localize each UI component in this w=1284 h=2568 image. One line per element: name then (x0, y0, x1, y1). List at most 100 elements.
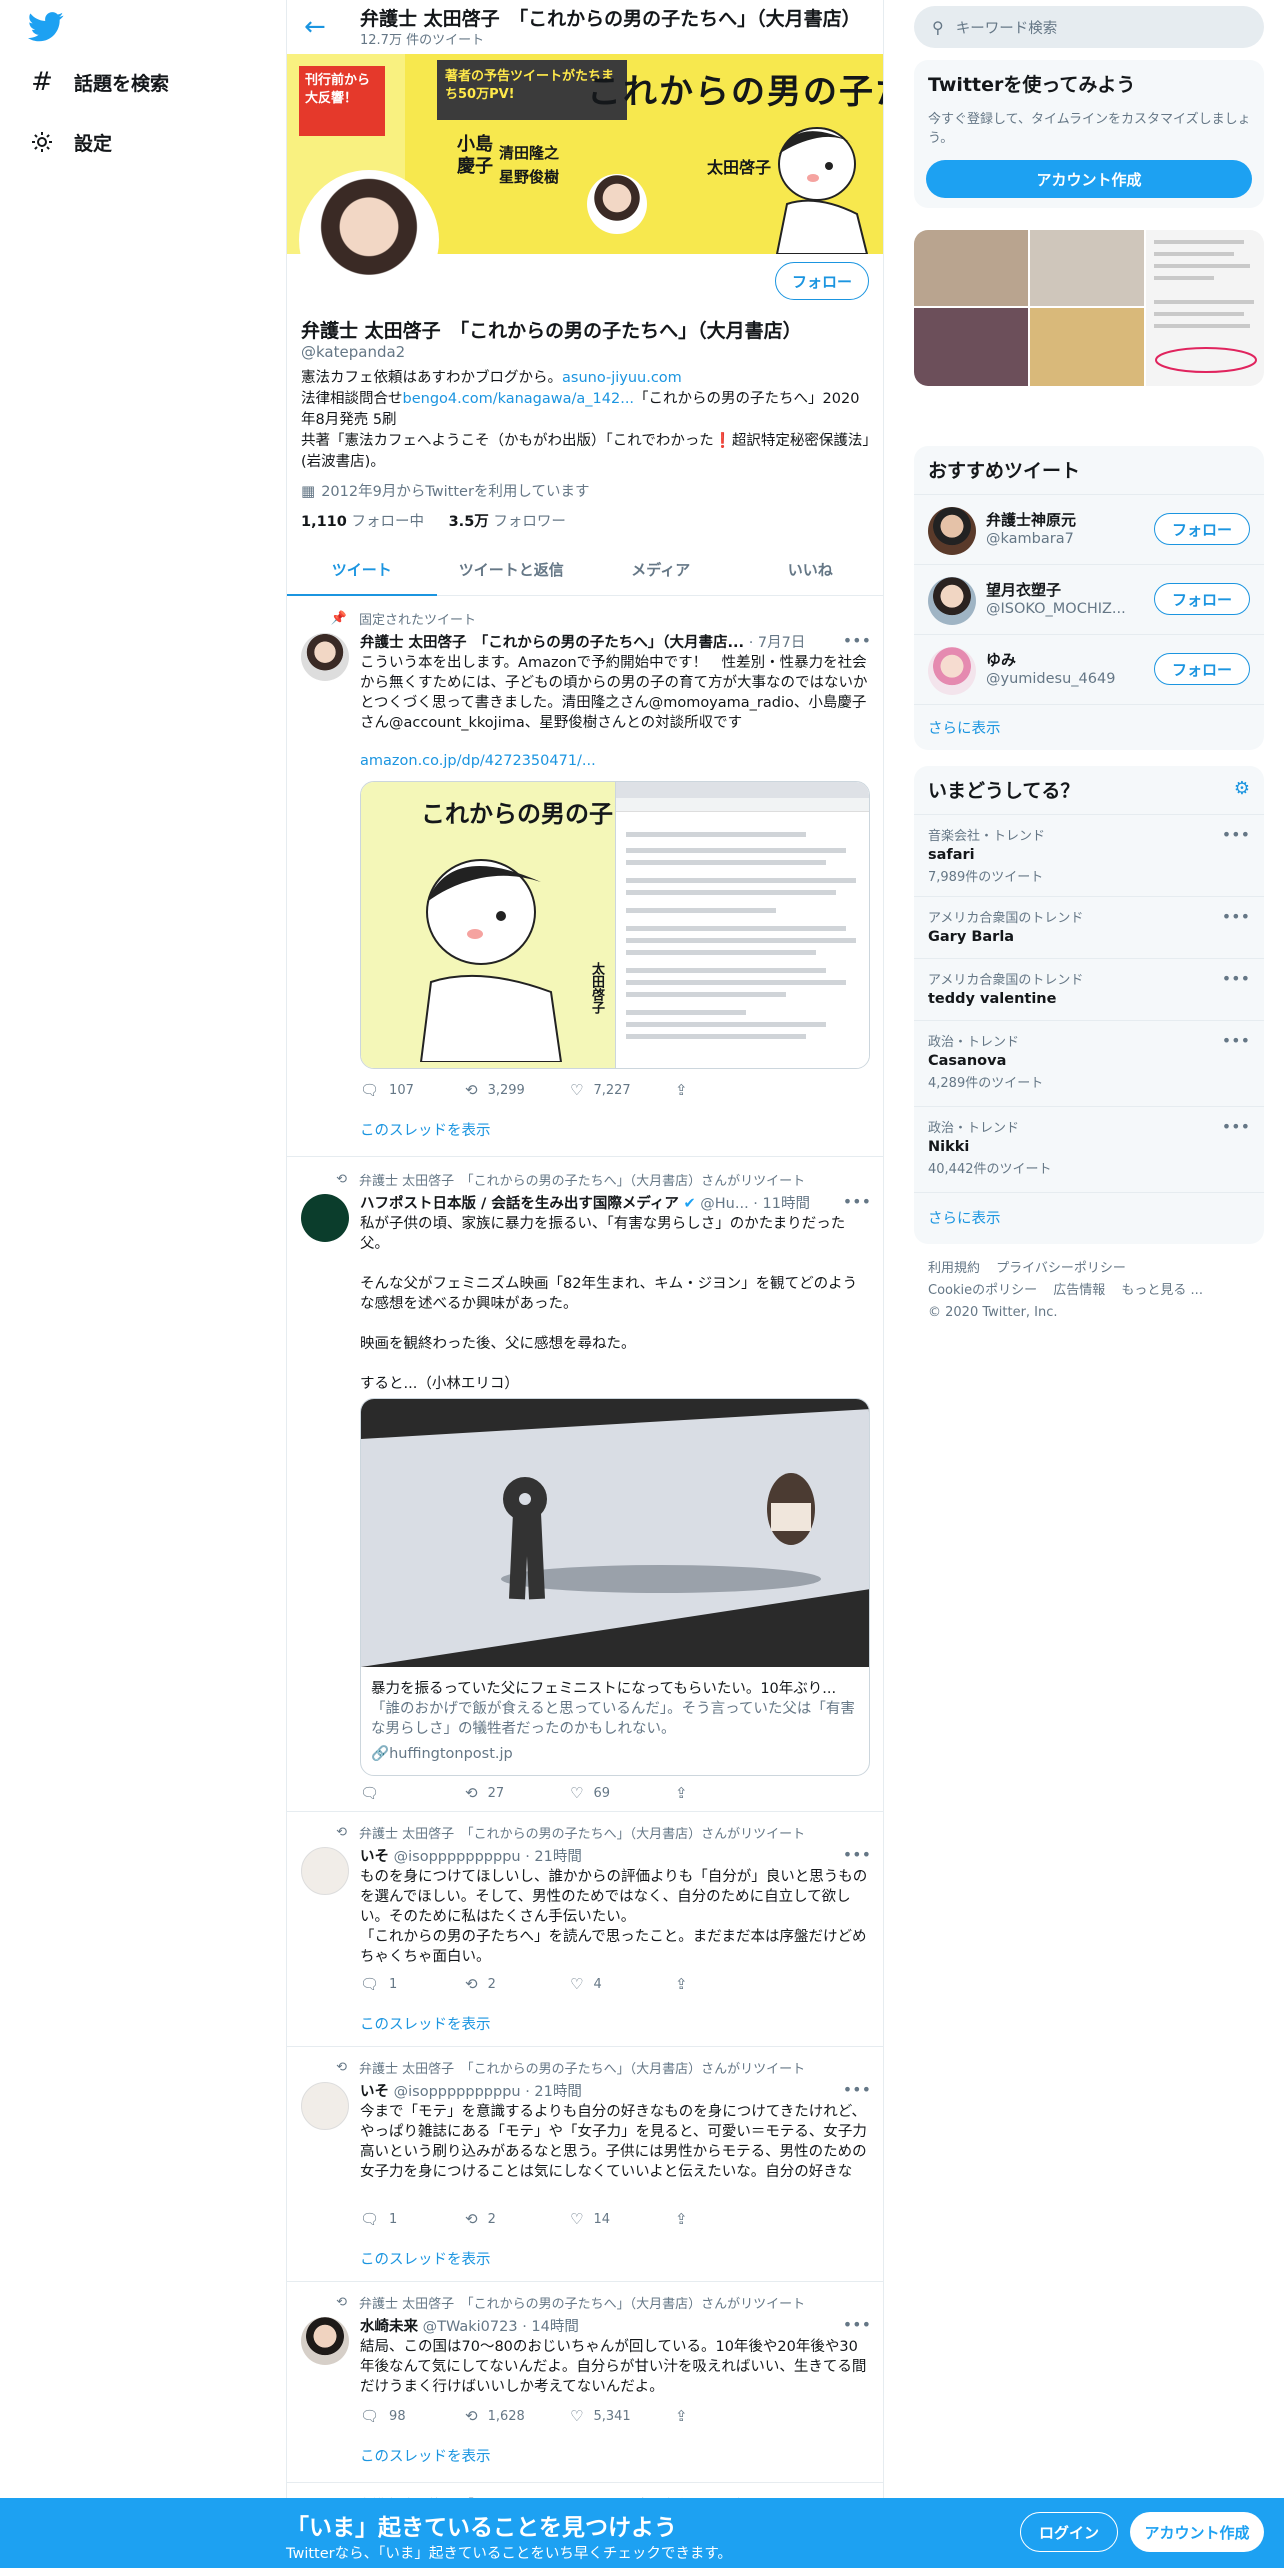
tweet-author-name[interactable]: いそ (360, 1849, 389, 1865)
avatar[interactable] (928, 647, 976, 695)
more-icon[interactable]: ••• (843, 1845, 871, 1864)
bio-link[interactable]: bengo4.com/kanagawa/a_142... (403, 391, 635, 407)
share-button[interactable]: ⇪ (675, 1784, 780, 1802)
recommend-name[interactable]: 望月衣塑子 (986, 579, 1061, 600)
media-thumbnail[interactable] (914, 230, 1028, 306)
more-icon[interactable]: ••• (843, 2080, 871, 2099)
tweet[interactable]: ⟲ 弁護士 太田啓子 「これからの男の子たちへ」（大月書店）さんがリツイート いそ… (287, 2048, 883, 2282)
tab-tweets[interactable]: ツイート (287, 544, 437, 596)
avatar[interactable] (928, 577, 976, 625)
footer-link[interactable]: プライバシーポリシー (996, 1261, 1126, 1276)
tweet-handle[interactable]: @TWaki0723 (423, 2319, 518, 2335)
tweet-link[interactable]: amazon.co.jp/dp/4272350471/... (360, 751, 870, 771)
reply-button[interactable]: 🗨 1 (360, 1975, 465, 1993)
recommend-item[interactable]: ゆみ @yumidesu_4649 フォロー (914, 634, 1264, 704)
share-button[interactable]: ⇪ (675, 2210, 780, 2228)
reply-button[interactable]: 🗨 98 (360, 2407, 465, 2425)
tweet-author-name[interactable]: いそ (360, 2084, 389, 2100)
retweet-button[interactable]: ⟲ 27 (465, 1784, 570, 1802)
tab-media[interactable]: メディア (586, 544, 736, 595)
recommend-item[interactable]: 弁護士神原元 @kambara7 フォロー (914, 494, 1264, 564)
show-thread-link[interactable]: このスレッドを表示 (360, 2013, 491, 2034)
tweet-time[interactable]: · 11時間 (753, 1196, 810, 1212)
show-thread-link[interactable]: このスレッドを表示 (360, 1119, 491, 1140)
reply-button[interactable]: 🗨 107 (360, 1081, 465, 1099)
tweet-author-name[interactable]: ハフポスト日本版 / 会話を生み出す国際メディア (360, 1196, 679, 1212)
trend-item[interactable]: 政治・トレンド Nikki 40,442件のツイート ••• (914, 1106, 1264, 1192)
show-more-link[interactable]: さらに表示 (914, 704, 1264, 750)
tweet-handle[interactable]: @isopppppppppu (394, 2084, 521, 2100)
tweet-time[interactable]: · 21時間 (525, 2084, 582, 2100)
create-account-button[interactable]: アカウント作成 (926, 160, 1252, 198)
trend-item[interactable]: 政治・トレンド Casanova 4,289件のツイート ••• (914, 1020, 1264, 1106)
like-button[interactable]: ♡ 69 (570, 1784, 675, 1802)
follow-button[interactable]: フォロー (1154, 653, 1250, 685)
login-button[interactable]: ログイン (1020, 2512, 1118, 2552)
tweet[interactable]: ⟲ 弁護士 太田啓子 「これからの男の子たちへ」（大月書店）さんがリツイート ハフ… (287, 1158, 883, 1812)
twitter-logo-icon[interactable] (28, 12, 64, 42)
footer-link[interactable]: 利用規約 (928, 1261, 980, 1276)
tweet-time[interactable]: · 14時間 (522, 2319, 579, 2335)
footer-link[interactable]: 広告情報 (1053, 1283, 1105, 1298)
show-more-link[interactable]: さらに表示 (914, 1192, 1264, 1244)
followers-link[interactable]: 3.5万 フォロワー (449, 514, 586, 530)
footer-link[interactable]: もっと見る ... (1121, 1283, 1203, 1298)
tab-tweets-replies[interactable]: ツイートと返信 (437, 544, 587, 595)
like-button[interactable]: ♡ 4 (570, 1975, 675, 1993)
avatar[interactable] (301, 1194, 349, 1242)
show-thread-link[interactable]: このスレッドを表示 (360, 2248, 491, 2269)
trend-item[interactable]: アメリカ合衆国のトレンド teddy valentine ••• (914, 958, 1264, 1020)
trend-item[interactable]: 音楽会社・トレンド safari 7,989件のツイート ••• (914, 814, 1264, 896)
tweet[interactable]: 📌 固定されたツイート 弁護士 太田啓子 「これからの男の子たちへ」（大月書店..… (287, 597, 883, 1157)
recommend-name[interactable]: ゆみ (986, 649, 1016, 670)
follow-button[interactable]: フォロー (775, 262, 869, 300)
more-icon[interactable]: ••• (843, 2315, 871, 2334)
retweet-button[interactable]: ⟲ 1,628 (465, 2407, 570, 2425)
recommend-item[interactable]: 望月衣塑子 @ISOKO_MOCHIZ... フォロー (914, 564, 1264, 634)
trend-item[interactable]: アメリカ合衆国のトレンド Gary Barla ••• (914, 896, 1264, 958)
follow-button[interactable]: フォロー (1154, 583, 1250, 615)
like-button[interactable]: ♡ 7,227 (570, 1081, 675, 1099)
search-input[interactable]: キーワード検索 (956, 17, 1058, 38)
tweet[interactable]: ⟲ 弁護士 太田啓子 「これからの男の子たちへ」（大月書店）さんがリツイート 水崎… (287, 2283, 883, 2483)
signup-button[interactable]: アカウント作成 (1130, 2512, 1264, 2552)
more-icon[interactable]: ••• (1222, 1031, 1250, 1050)
like-button[interactable]: ♡ 14 (570, 2210, 675, 2228)
media-thumbnail[interactable] (914, 308, 1028, 386)
share-button[interactable]: ⇪ (675, 2407, 780, 2425)
retweet-button[interactable]: ⟲ 3,299 (465, 1081, 570, 1099)
show-thread-link[interactable]: このスレッドを表示 (360, 2445, 491, 2466)
tweet-time[interactable]: · 21時間 (525, 1849, 582, 1865)
more-icon[interactable]: ••• (1222, 825, 1250, 844)
more-icon[interactable]: ••• (1222, 969, 1250, 988)
reply-button[interactable]: 🗨 (360, 1784, 465, 1802)
bio-link[interactable]: asuno-jiyuu.com (562, 370, 682, 386)
retweet-button[interactable]: ⟲ 2 (465, 1975, 570, 1993)
gear-icon[interactable]: ⚙ (1234, 778, 1250, 799)
media-thumbnail[interactable] (1030, 230, 1144, 306)
avatar[interactable] (301, 2082, 349, 2130)
media-thumbnail[interactable] (1030, 308, 1144, 386)
tweet-author-name[interactable]: 水崎未来 (360, 2319, 418, 2335)
follow-button[interactable]: フォロー (1154, 513, 1250, 545)
media-grid[interactable] (914, 230, 1264, 386)
reply-button[interactable]: 🗨 1 (360, 2210, 465, 2228)
nav-explore[interactable]: # 話題を検索 (28, 67, 169, 97)
more-icon[interactable]: ••• (1222, 1117, 1250, 1136)
retweet-button[interactable]: ⟲ 2 (465, 2210, 570, 2228)
tweet-author-name[interactable]: 弁護士 太田啓子 「これからの男の子たちへ」（大月書店... (360, 635, 744, 651)
link-card[interactable]: 暴力を振るっていた父にフェミニストになってもらいたい。10年ぶり... 「誰のお… (360, 1398, 870, 1776)
media-thumbnail[interactable] (1146, 230, 1264, 386)
like-button[interactable]: ♡ 5,341 (570, 2407, 675, 2425)
avatar[interactable] (301, 2317, 349, 2365)
tweet-time[interactable]: · 7月7日 (749, 635, 806, 651)
share-button[interactable]: ⇪ (675, 1081, 780, 1099)
more-icon[interactable]: ••• (843, 1192, 871, 1211)
tab-likes[interactable]: いいね (736, 544, 884, 595)
recommend-name[interactable]: 弁護士神原元 (986, 509, 1076, 530)
search-box[interactable]: ⚲ キーワード検索 (914, 6, 1264, 48)
tweet[interactable]: ⟲ 弁護士 太田啓子 「これからの男の子たちへ」（大月書店）さんがリツイート いそ… (287, 1813, 883, 2047)
avatar[interactable] (928, 507, 976, 555)
tweet-handle[interactable]: @isopppppppppu (394, 1849, 521, 1865)
more-icon[interactable]: ••• (1222, 907, 1250, 926)
